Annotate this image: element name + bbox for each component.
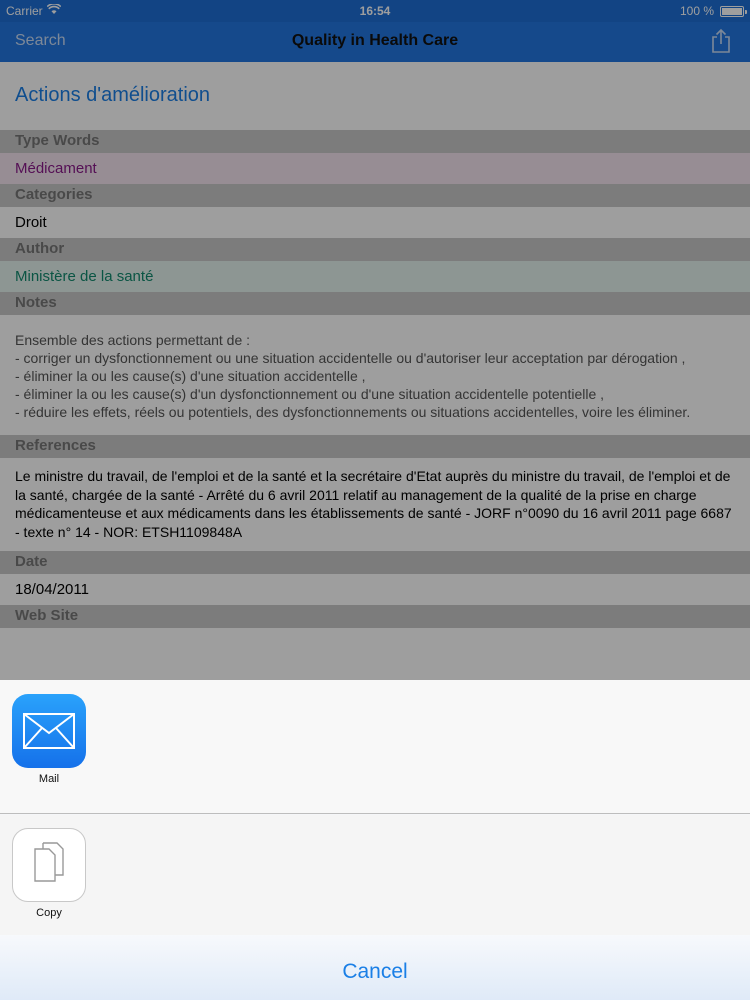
date-header: Date (0, 551, 750, 574)
share-copy-label: Copy (36, 907, 62, 919)
share-apps-row: Mail (0, 680, 750, 814)
type-words-header: Type Words (0, 130, 750, 153)
date-value: 18/04/2011 (0, 574, 750, 605)
detail-content: Actions d'amélioration Type Words Médica… (0, 62, 750, 682)
nav-title: Quality in Health Care (291, 32, 459, 49)
page-title: Actions d'amélioration (15, 84, 211, 106)
share-mail-button[interactable]: Mail (10, 694, 88, 785)
notes-header: Notes (0, 292, 750, 315)
notes-text: Ensemble des actions permettant de : - c… (0, 315, 750, 435)
type-words-value: Médicament (0, 153, 750, 184)
author-header: Author (0, 238, 750, 261)
battery-icon (720, 5, 747, 17)
author-value: Ministère de la santé (0, 261, 750, 292)
clock: 16:54 (359, 4, 391, 18)
mail-icon[interactable] (12, 694, 86, 768)
copy-icon[interactable] (12, 828, 86, 902)
share-sheet: Mail Copy Cancel (0, 680, 750, 1000)
share-icon[interactable] (710, 28, 732, 59)
status-bar: Carrier 16:54 100 % (0, 0, 750, 22)
share-actions-row: Copy (0, 815, 750, 945)
references-header: References (0, 435, 750, 458)
categories-value: Droit (0, 207, 750, 238)
cancel-button[interactable]: Cancel (0, 960, 750, 984)
references-text: Le ministre du travail, de l'emploi et d… (0, 458, 750, 551)
navigation-bar: Search Quality in Health Care (0, 22, 750, 62)
categories-header: Categories (0, 184, 750, 207)
share-mail-label: Mail (38, 773, 60, 785)
battery-percent: 100 % (679, 4, 714, 18)
share-copy-button[interactable]: Copy (10, 828, 88, 919)
website-header: Web Site (0, 605, 750, 628)
